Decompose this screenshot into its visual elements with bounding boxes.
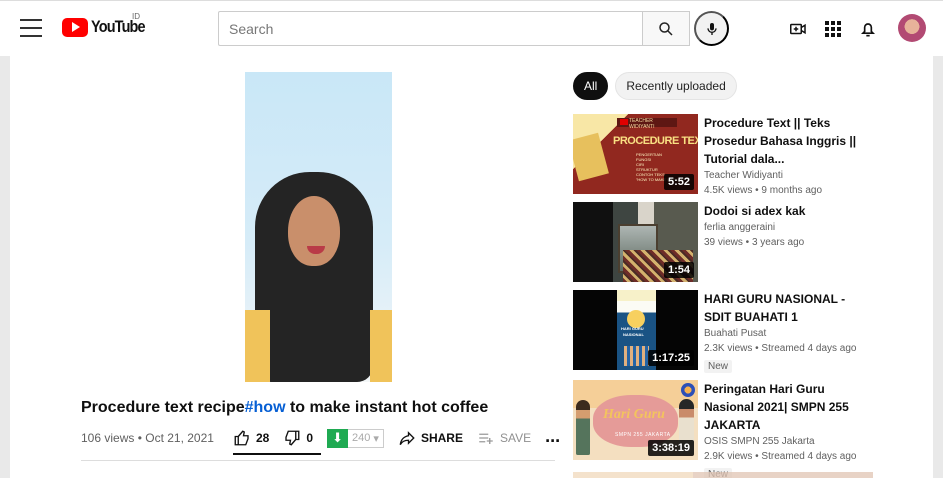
video-player[interactable] [245, 72, 392, 382]
share-icon [399, 431, 415, 446]
search-button[interactable] [642, 11, 690, 46]
recommendation-channel[interactable]: Teacher Widiyanti [704, 168, 869, 183]
microphone-icon [706, 22, 717, 35]
top-bar: YouTube ID [0, 0, 943, 56]
more-actions-button[interactable]: ... [545, 427, 560, 445]
download-arrow-icon: ⬇ [327, 428, 349, 448]
dislike-button[interactable]: 0 [283, 429, 313, 447]
recommendation-filters: All Recently uploaded [573, 72, 737, 100]
recommendation-info: HARI GURU NASIONAL - SDIT BUAHATI 1 Buah… [704, 290, 869, 374]
recommendation-channel[interactable]: Buahati Pusat [704, 326, 869, 341]
video-duration: 1:54 [663, 262, 694, 278]
video-info-separator [81, 460, 555, 461]
avatar[interactable] [898, 14, 926, 42]
video-title: Procedure text recipe#how to make instan… [81, 399, 488, 417]
video-thumbnail[interactable]: Hari Guru SMPN 255 JAKARTA 3:38:19 [573, 380, 698, 460]
menu-icon[interactable] [20, 19, 42, 37]
recommendation-video-4[interactable]: Hari Guru SMPN 255 JAKARTA 3:38:19 Perin… [573, 380, 873, 478]
video-duration: 3:38:19 [648, 440, 694, 456]
chevron-down-icon: ▾ [373, 432, 379, 445]
thumbnail-poster-line: NASIONAL [623, 332, 644, 337]
new-badge: New [704, 360, 733, 373]
notifications-icon[interactable] [856, 17, 880, 41]
download-count: 240 [352, 432, 371, 444]
video-views-date: 106 views • Oct 21, 2021 [81, 431, 214, 445]
recommendation-video-3[interactable]: HARI GURU NASIONAL 1:17:25 HARI GURU NAS… [573, 290, 873, 373]
recommendation-stats: 2.3K views • Streamed 4 days ago [704, 343, 857, 354]
video-thumbnail[interactable]: TEACHER WIDIYANTI PROCEDURE TEXT PENGERT… [573, 114, 698, 194]
filter-chip-all[interactable]: All [573, 72, 609, 100]
partial-next-recommendation [573, 472, 873, 478]
apps-grid-icon[interactable] [821, 17, 845, 41]
download-extension-button[interactable]: ⬇ 240 ▾ [327, 428, 384, 448]
recommendation-info: Peringatan Hari Guru Nasional 2021| SMPN… [704, 380, 869, 478]
thumbs-down-icon [285, 430, 300, 446]
recommendation-channel[interactable]: OSIS SMPN 255 Jakarta [704, 434, 869, 449]
video-thumbnail[interactable]: HARI GURU NASIONAL 1:17:25 [573, 290, 698, 370]
video-actions: 28 0 ⬇ 240 ▾ SHARE SAVE ... [233, 426, 560, 450]
save-button[interactable]: SAVE [477, 429, 531, 447]
recommendation-channel[interactable]: ferlia anggeraini [704, 220, 869, 235]
search-icon [659, 21, 673, 36]
right-gutter [933, 56, 943, 478]
share-label: SHARE [420, 431, 463, 445]
save-playlist-icon [479, 433, 493, 444]
video-subject-right-shoulder [370, 310, 392, 382]
search-input[interactable] [218, 11, 642, 46]
youtube-play-icon [62, 17, 88, 37]
create-video-icon[interactable] [785, 17, 809, 41]
download-count-dropdown[interactable]: 240 ▾ [348, 428, 384, 448]
recommendation-stats: 4.5K views • 9 months ago [704, 185, 823, 196]
thumbs-up-icon [234, 430, 249, 446]
voice-search-button[interactable] [694, 11, 729, 46]
video-thumbnail[interactable]: 1:54 [573, 202, 698, 282]
recommendation-title[interactable]: Peringatan Hari Guru Nasional 2021| SMPN… [704, 380, 869, 434]
youtube-mini-icon [620, 119, 628, 125]
video-subject-face [288, 196, 340, 266]
video-title-prefix: Procedure text recipe [81, 399, 245, 416]
like-count: 28 [256, 431, 270, 445]
share-button[interactable]: SHARE [398, 429, 463, 447]
video-duration: 5:52 [663, 174, 694, 190]
like-dislike-underline [233, 453, 321, 455]
left-gutter [0, 56, 10, 478]
video-hashtag-link[interactable]: #how [245, 399, 286, 416]
recommendation-stats: 39 views • 3 years ago [704, 237, 805, 248]
school-logo-icon [681, 383, 695, 397]
recommendation-title[interactable]: HARI GURU NASIONAL - SDIT BUAHATI 1 [704, 290, 869, 326]
recommendation-stats: 2.9K views • Streamed 4 days ago [704, 451, 857, 462]
thumbnail-main-text: Hari Guru [603, 407, 665, 422]
video-duration: 1:17:25 [648, 350, 694, 366]
like-button[interactable]: 28 [233, 429, 269, 447]
dislike-count: 0 [306, 431, 314, 445]
country-code: ID [132, 12, 140, 21]
thumbnail-poster-line: HARI GURU [621, 326, 644, 331]
watch-page: Procedure text recipe#how to make instan… [0, 56, 943, 478]
thumbnail-left-person [576, 400, 590, 455]
recommendation-video-1[interactable]: TEACHER WIDIYANTI PROCEDURE TEXT PENGERT… [573, 114, 873, 196]
save-label: SAVE [499, 431, 532, 445]
recommendation-info: Dodoi si adex kak ferlia anggeraini 39 v… [704, 202, 869, 250]
filter-chip-recently-uploaded[interactable]: Recently uploaded [615, 72, 737, 100]
bread-thumbnail-shape [573, 132, 609, 182]
recommendation-info: Procedure Text || Teks Prosedur Bahasa I… [704, 114, 869, 198]
recommendation-title[interactable]: Dodoi si adex kak [704, 202, 869, 220]
recommendation-video-2[interactable]: 1:54 Dodoi si adex kak ferlia anggeraini… [573, 202, 873, 282]
thumbnail-headline: PROCEDURE TEXT [613, 135, 698, 147]
recommendation-title[interactable]: Procedure Text || Teks Prosedur Bahasa I… [704, 114, 869, 168]
video-title-suffix: to make instant hot coffee [285, 399, 489, 416]
video-subject-left-shoulder [245, 310, 270, 382]
thumbnail-sub-text: SMPN 255 JAKARTA [615, 432, 671, 438]
youtube-logo[interactable]: YouTube ID [62, 12, 154, 37]
